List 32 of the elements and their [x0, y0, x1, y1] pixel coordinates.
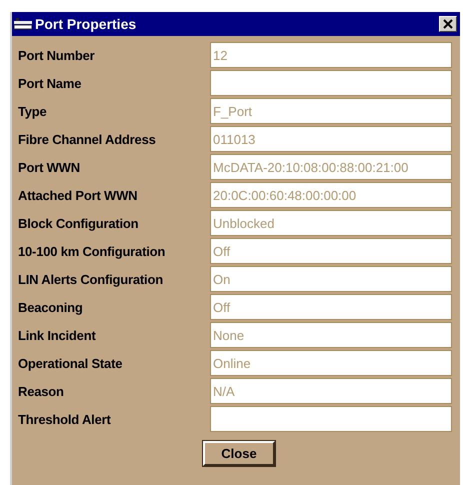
text-field[interactable] — [210, 70, 452, 96]
field-label: Beaconing — [18, 300, 84, 314]
text-field[interactable]: F_Port — [210, 98, 452, 124]
switch-icon — [14, 17, 32, 31]
field-label: Port Name — [18, 76, 82, 90]
text-field[interactable]: Off — [210, 294, 452, 320]
text-field[interactable]: None — [210, 322, 452, 348]
field-label: Link Incident — [18, 328, 97, 342]
text-field[interactable]: Online — [210, 350, 452, 376]
field-label: Block Configuration — [18, 216, 140, 230]
text-field[interactable]: Off — [210, 238, 452, 264]
field-label: LIN Alerts Configuration — [18, 272, 164, 286]
text-field[interactable]: McDATA-20:10:08:00:88:00:21:00 — [210, 154, 452, 180]
field-label: Threshold Alert — [18, 412, 112, 426]
text-field[interactable]: N/A — [210, 378, 452, 404]
window-title: Port Properties — [35, 16, 138, 32]
close-button[interactable]: Close — [203, 441, 275, 466]
field-label: Attached Port WWN — [18, 188, 138, 202]
text-field[interactable]: 20:0C:00:60:48:00:00:00 — [210, 182, 452, 208]
text-field[interactable] — [210, 406, 452, 432]
text-field[interactable]: 12 — [210, 42, 452, 68]
field-label: Port WWN — [18, 160, 81, 174]
close-icon[interactable] — [439, 16, 457, 32]
field-label: Operational State — [18, 356, 124, 370]
field-label: 10-100 km Configuration — [18, 244, 166, 258]
field-label: Reason — [18, 384, 65, 398]
text-field[interactable]: On — [210, 266, 452, 292]
field-label: Type — [18, 104, 48, 118]
text-field[interactable]: Unblocked — [210, 210, 452, 236]
field-label: Port Number — [18, 48, 96, 62]
field-label: Fibre Channel Address — [18, 132, 157, 146]
text-field[interactable]: 011013 — [210, 126, 452, 152]
